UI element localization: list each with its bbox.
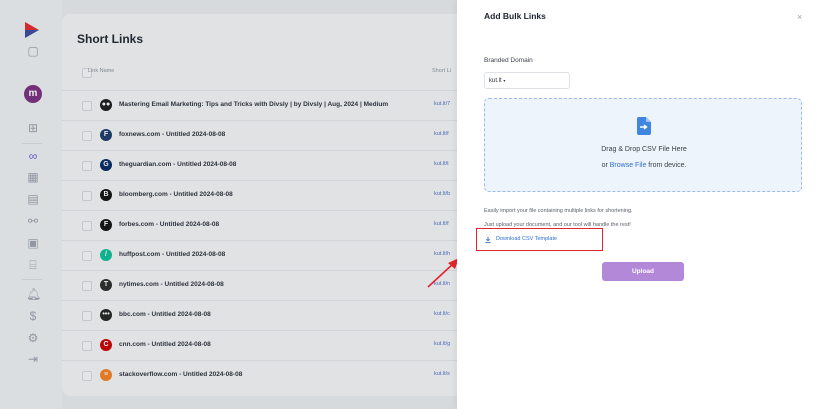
- browse-file-link[interactable]: Browse File: [610, 162, 647, 169]
- close-icon[interactable]: ×: [797, 12, 802, 22]
- file-upload-icon: [637, 117, 651, 135]
- upload-button[interactable]: Upload: [602, 262, 684, 281]
- chevron-down-icon: ▾: [503, 78, 506, 83]
- drawer-title: Add Bulk Links: [484, 11, 546, 21]
- add-bulk-links-drawer: Add Bulk Links × Branded Domain kut.lt ▾…: [457, 0, 830, 409]
- dropzone-browse-line: or Browse File from device.: [485, 162, 803, 169]
- modal-backdrop[interactable]: [0, 0, 457, 409]
- branded-domain-select[interactable]: kut.lt ▾: [484, 72, 570, 89]
- branded-domain-label: Branded Domain: [484, 57, 533, 64]
- download-template-highlight: Download CSV Template: [476, 228, 603, 251]
- download-icon: [485, 237, 491, 243]
- download-csv-template-link[interactable]: Download CSV Template: [496, 236, 557, 242]
- branded-domain-value: kut.lt: [489, 78, 502, 84]
- import-hint: Easily import your file containing multi…: [484, 208, 633, 214]
- dropzone-suffix: from device.: [648, 162, 687, 169]
- dropzone-prefix: or: [601, 162, 608, 169]
- csv-dropzone[interactable]: Drag & Drop CSV File Here or Browse File…: [484, 98, 802, 192]
- dropzone-instruction: Drag & Drop CSV File Here: [601, 146, 687, 153]
